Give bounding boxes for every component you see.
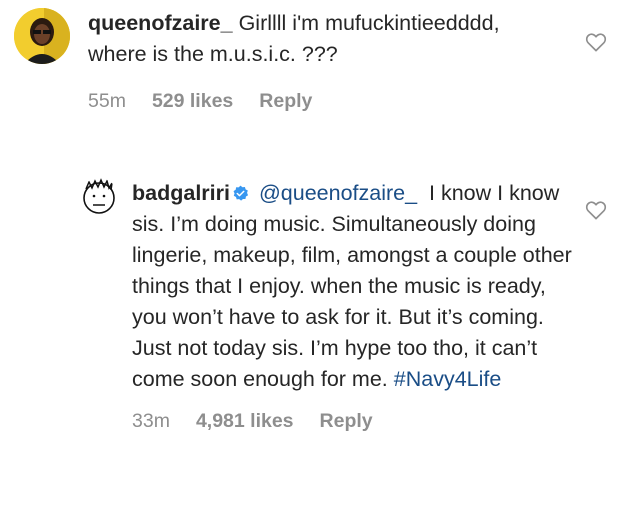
comment-text: badgalriri @queenofzaire_ I know I know … (132, 178, 572, 395)
comment-queenofzaire: queenofzaire_ Girllll i'm mufuckintieedd… (14, 8, 558, 113)
mention-link[interactable]: @queenofzaire_ (259, 181, 417, 205)
comment-time[interactable]: 33m (132, 410, 170, 433)
comment-message: I know I know sis. I’m doing music. Simu… (132, 181, 572, 391)
like-heart-icon[interactable] (585, 32, 607, 52)
comment-badgalriri: badgalriri @queenofzaire_ I know I know … (80, 178, 572, 433)
comment-likes[interactable]: 529 likes (152, 90, 233, 113)
comment-time[interactable]: 55m (88, 90, 126, 113)
comment-text: queenofzaire_ Girllll i'm mufuckintieedd… (88, 8, 558, 70)
verified-badge-icon (233, 185, 249, 201)
profile-photo-icon (14, 8, 70, 64)
comment-meta: 33m 4,981 likes Reply (132, 410, 572, 433)
comment-username[interactable]: badgalriri (132, 181, 230, 205)
comment-likes[interactable]: 4,981 likes (196, 410, 294, 433)
reply-button[interactable]: Reply (320, 410, 373, 433)
hashtag-link[interactable]: #Navy4Life (394, 367, 502, 391)
reply-button[interactable]: Reply (259, 90, 312, 113)
sketch-face-avatar-icon (83, 178, 115, 214)
comment-username[interactable]: queenofzaire_ (88, 11, 233, 35)
comment-meta: 55m 529 likes Reply (88, 90, 558, 113)
avatar[interactable] (80, 178, 118, 216)
like-heart-icon[interactable] (585, 200, 607, 220)
avatar[interactable] (14, 8, 70, 64)
